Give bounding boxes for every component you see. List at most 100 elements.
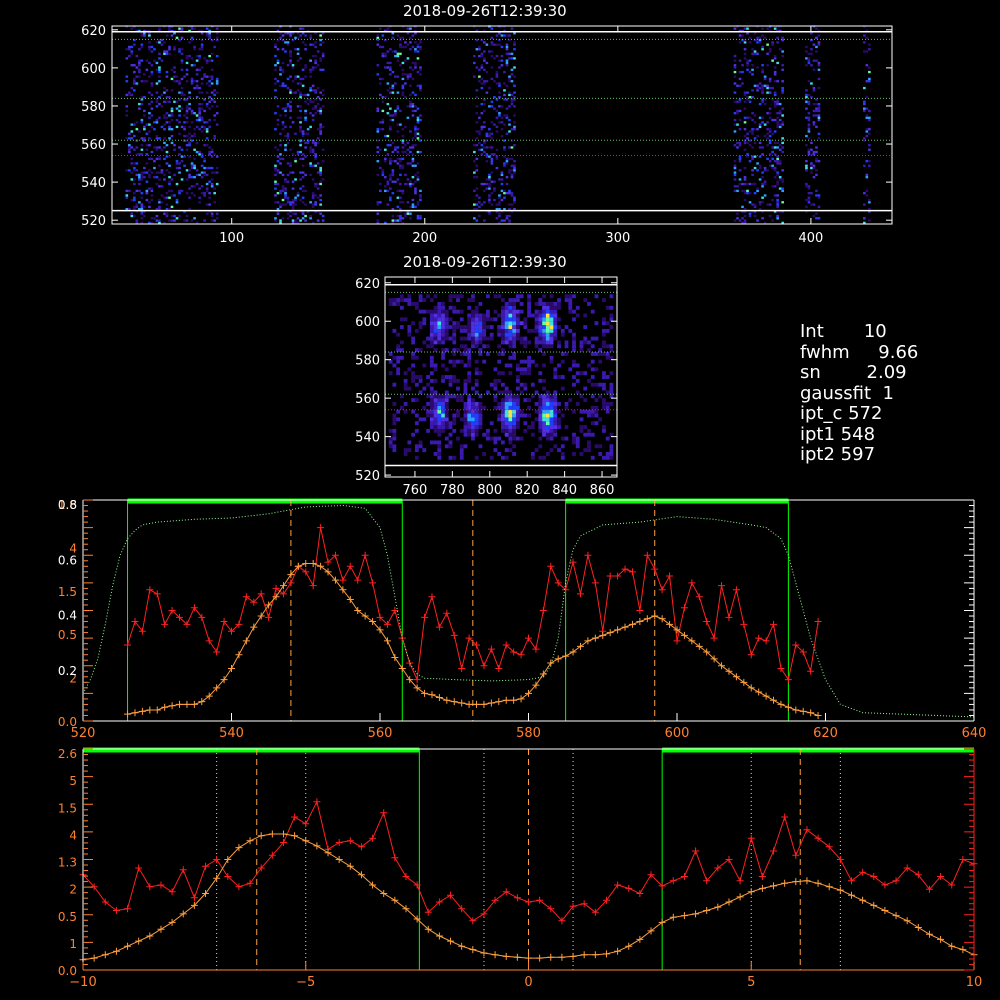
spectrum-pixel [168,137,171,140]
spectrum-pixel [505,116,509,119]
stats-int: Int 10 [800,321,887,342]
spectrum-pixel [213,100,216,103]
zoom-pixel [504,336,509,341]
spectrum-pixel [299,130,302,133]
spectrum-pixel [505,160,509,163]
spectrum-pixel [381,173,385,177]
spectrum-pixel [406,178,410,181]
spectrum-pixel [865,173,869,177]
spectrum-pixel [175,107,179,110]
spectrum-pixel [404,125,407,129]
spectrum-pixel [289,59,292,62]
spectrum-pixel [733,166,737,170]
spectrum-pixel [414,180,417,183]
spectrum-pixel [286,196,290,199]
zoom-pixel [441,348,445,353]
spectrum-pixel [281,189,285,193]
fit-trace-point [569,952,577,960]
spectrum-pixel [294,157,297,161]
zoom-pixel [553,328,558,333]
spectrum-pixel [513,66,516,69]
spectrum-pixel [863,109,866,113]
spectrum-pixel [208,54,211,58]
spectrum-pixel [379,182,382,186]
spectrum-pixel [475,89,479,92]
spectrum-pixel [781,137,784,140]
zoom-pixel [493,428,498,433]
spectrum-pixel [409,185,412,188]
spectrum-pixel [863,34,866,37]
spectrum-pixel [140,178,144,181]
spectrum-pixel [406,75,410,78]
zoom-pixel [497,452,502,456]
zoom-pixel [501,402,505,406]
spectrum-pixel [805,182,808,186]
spectrum-pixel [751,128,754,131]
zoom-pixel [448,305,453,310]
zoom-pixel [471,405,475,410]
zoom-pixel [463,413,468,418]
spectrum-pixel [414,205,417,209]
spectrum-pixel [301,212,305,215]
stats-readout: Int 10 fwhm 9.66 sn 2.09 gaussfit 1 ipt_… [800,321,918,466]
spectrum-pixel [868,128,871,131]
spectrum-pixel [281,187,285,190]
spectrum-pixel [185,107,189,110]
spectrum-pixel [304,146,307,149]
spectrum-pixel [391,214,395,218]
spectrum-pixel [301,201,305,204]
spectrum-pixel [394,219,397,222]
zoom-pixel [474,367,479,372]
zoom-pixel [418,375,423,379]
spectrum-pixel [488,185,491,188]
spectrum-pixel [409,212,412,215]
zoom-pixel [444,309,449,314]
zoom-pixel [418,440,423,445]
spectrum-pixel [495,82,499,85]
spectrum-pixel [143,125,146,129]
zoom-pixel [392,413,397,418]
zoom-pixel [575,436,580,441]
fit-trace-point [688,637,696,645]
spectrum-pixel [210,178,214,181]
zoom-pixel [388,444,393,449]
zoom-pixel [456,413,460,418]
spectrum-pixel [490,192,494,195]
spectrum-pixel [485,70,489,74]
zoom-pixel [489,332,494,337]
zoom-pixel [538,428,543,433]
spectrum-pixel [193,194,196,197]
spectrum-pixel [321,89,325,92]
y-tick-label-orange: 4 [69,828,77,842]
zoom-pixel [478,340,483,345]
spectrum-pixel [205,130,209,133]
spectrum-pixel [276,160,280,163]
zoom-pixel [602,332,606,337]
spectrum-pixel [490,162,494,165]
spectrum-pixel [766,157,769,161]
spectrum-pixel [773,166,777,170]
spectrum-pixel [311,164,315,167]
spectrum-pixel [510,73,514,76]
spectrum-pixel [409,41,412,44]
spectrum-pixel [289,203,292,206]
spectrum-pixel [493,198,496,202]
zoom-pixel [523,325,528,329]
bright-trace-point [361,551,369,559]
zoom-pixel [515,336,520,341]
fit-trace-point [450,698,458,706]
spectrum-pixel [396,107,400,110]
spectrum-pixel [812,166,816,170]
zoom-pixel [459,452,464,456]
spectrum-pixel [738,100,742,103]
zoom-pixel [448,336,453,341]
spectrum-pixel [148,157,151,161]
spectrum-pixel [483,102,486,106]
spectrum-pixel [817,41,821,44]
spectrum-pixel [376,160,380,163]
zoom-pixel [572,336,576,341]
zoom-pixel [452,421,457,426]
spectrum-pixel [498,203,501,206]
spectrum-pixel [301,189,305,193]
zoom-pixel [388,371,393,376]
